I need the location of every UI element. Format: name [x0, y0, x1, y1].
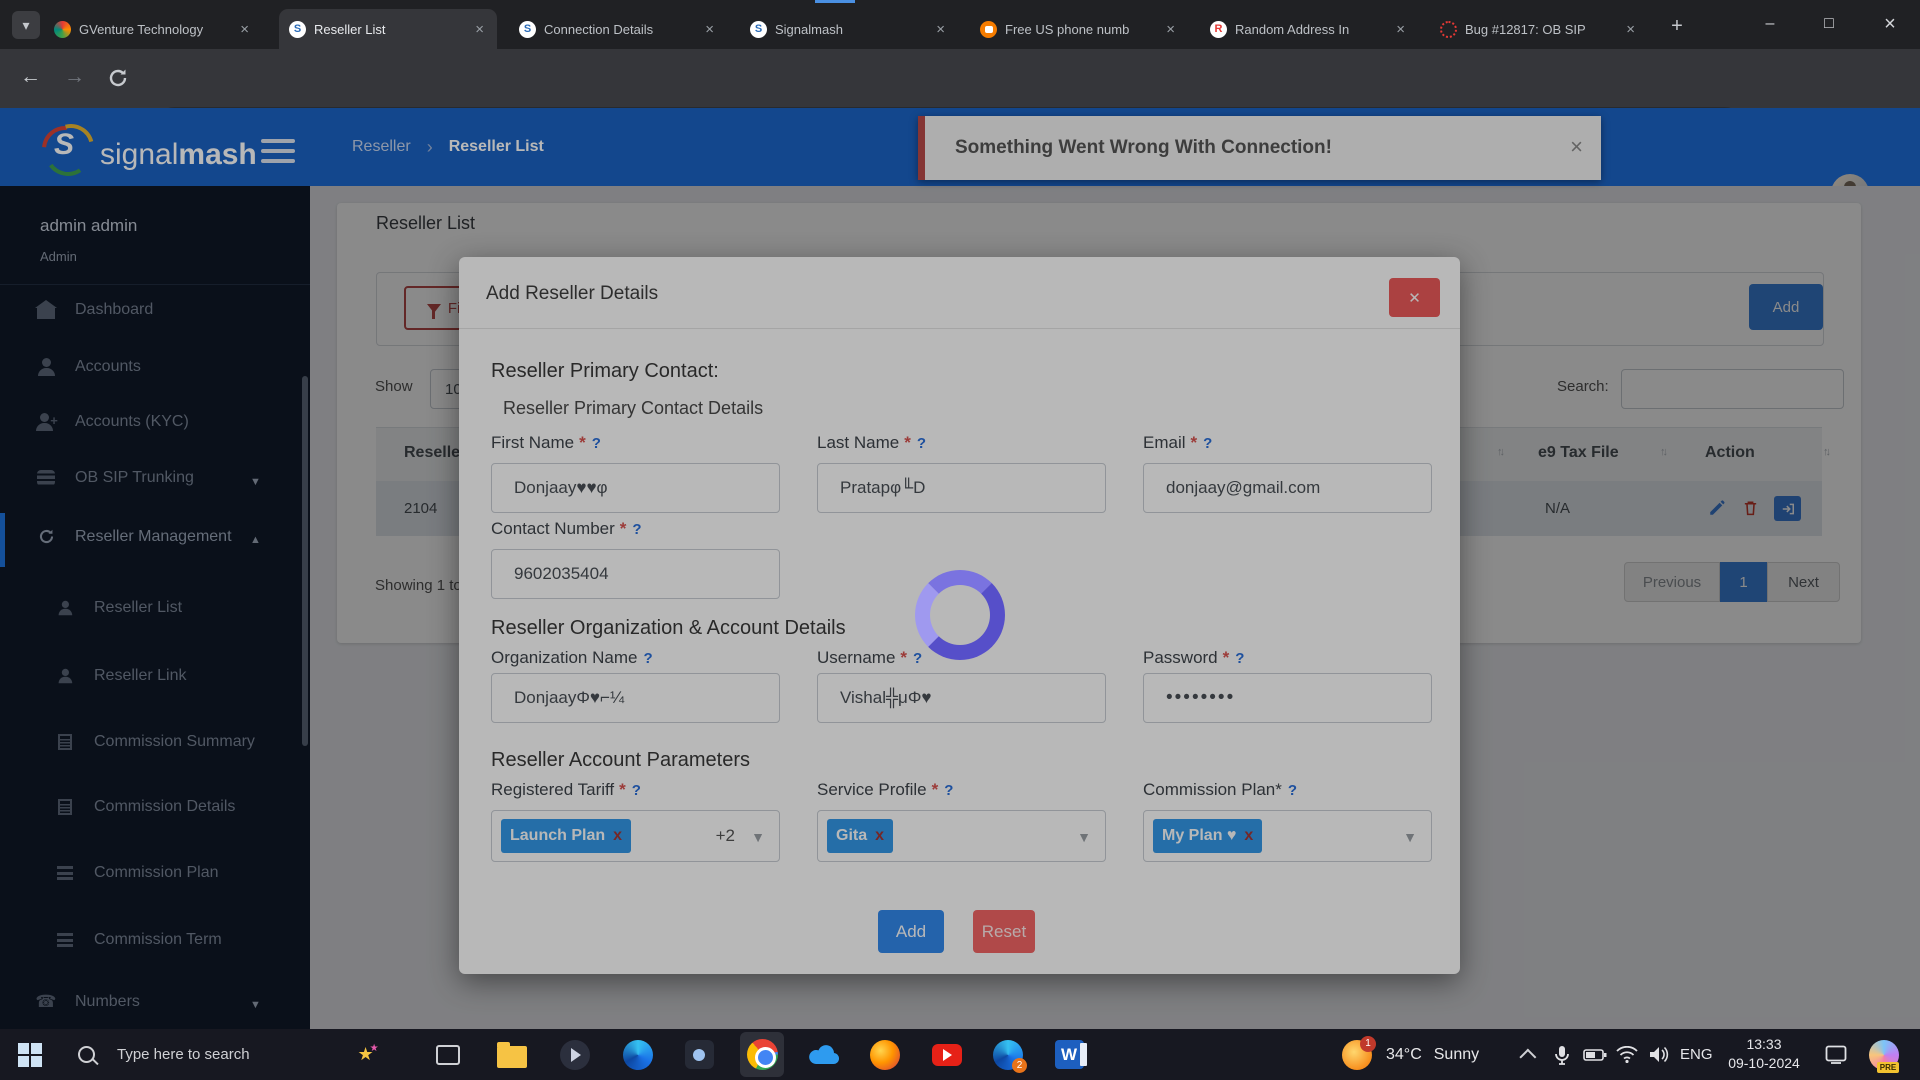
- edge-icon[interactable]: [616, 1032, 660, 1077]
- chevron-up-icon: [1519, 1048, 1536, 1065]
- app-icon[interactable]: [677, 1032, 721, 1077]
- loading-spinner: [915, 570, 1005, 660]
- redmine-favicon: [1440, 21, 1457, 38]
- signalmash-favicon: S: [519, 21, 536, 38]
- new-tab-button[interactable]: +: [1663, 12, 1691, 40]
- copilot-button[interactable]: PRE: [1862, 1032, 1906, 1077]
- weather-sun-icon: 1: [1342, 1040, 1372, 1070]
- task-view-icon: [436, 1045, 460, 1065]
- tab-free-us-phone[interactable]: Free US phone numb ×: [970, 9, 1188, 49]
- gventure-favicon: [54, 21, 71, 38]
- plus-icon: +: [1671, 15, 1683, 38]
- language-indicator[interactable]: ENG: [1680, 1032, 1713, 1077]
- maximize-icon: □: [1824, 15, 1834, 33]
- tab-gventure[interactable]: GVenture Technology ×: [44, 9, 262, 49]
- media-player-icon[interactable]: [553, 1032, 597, 1077]
- taskbar-search[interactable]: Type here to search: [78, 1032, 250, 1077]
- file-explorer-icon[interactable]: [490, 1032, 534, 1077]
- clock-date: 09-10-2024: [1718, 1054, 1810, 1073]
- window-close-button[interactable]: ×: [1868, 9, 1912, 39]
- chrome-icon-active[interactable]: [740, 1032, 784, 1077]
- onedrive-cloud-icon[interactable]: [801, 1032, 845, 1077]
- clock[interactable]: 13:33 09-10-2024: [1718, 1035, 1810, 1073]
- wifi-icon[interactable]: [1610, 1032, 1644, 1077]
- tab-close-icon[interactable]: ×: [702, 21, 717, 38]
- browser-toolbar: ← → signalmashdbtest.gventure.info/#/res…: [0, 49, 1920, 108]
- edge-with-badge-icon[interactable]: 2: [986, 1032, 1030, 1077]
- firefox-icon[interactable]: [863, 1032, 907, 1077]
- notification-badge: 2: [1012, 1058, 1027, 1073]
- tab-bug-12817[interactable]: Bug #12817: OB SIP ×: [1430, 9, 1648, 49]
- window-minimize-button[interactable]: –: [1748, 9, 1792, 39]
- tray-expand-button[interactable]: [1512, 1032, 1548, 1077]
- forward-button[interactable]: →: [64, 65, 85, 89]
- task-view-button[interactable]: [426, 1032, 470, 1077]
- search-icon: [78, 1046, 95, 1063]
- weather-temp: 34°C: [1386, 1046, 1422, 1064]
- signalmash-favicon: S: [289, 21, 306, 38]
- windows-logo-icon: [18, 1043, 42, 1067]
- tab-connection-details[interactable]: S Connection Details ×: [509, 9, 727, 49]
- weather-badge: 1: [1360, 1036, 1376, 1052]
- tab-random-address[interactable]: R Random Address In ×: [1200, 9, 1418, 49]
- word-icon[interactable]: W: [1047, 1032, 1091, 1077]
- youtube-icon[interactable]: [925, 1032, 969, 1077]
- notification-center-button[interactable]: [1816, 1032, 1856, 1077]
- tab-close-icon[interactable]: ×: [237, 21, 252, 38]
- tab-signalmash[interactable]: S Signalmash ×: [740, 9, 958, 49]
- copilot-pre-badge: PRE: [1877, 1062, 1899, 1073]
- taskbar-search-text: Type here to search: [117, 1046, 250, 1063]
- microphone-icon[interactable]: [1546, 1032, 1578, 1077]
- random-address-favicon: R: [1210, 21, 1227, 38]
- weather-desc: Sunny: [1434, 1046, 1479, 1064]
- battery-icon[interactable]: [1578, 1032, 1612, 1077]
- back-button[interactable]: ←: [20, 65, 41, 89]
- widgets-sparkle-icon[interactable]: ★ ★: [346, 1032, 390, 1077]
- close-icon: ×: [1884, 13, 1896, 36]
- tab-close-icon[interactable]: ×: [1163, 21, 1178, 38]
- tab-reseller-list[interactable]: S Reseller List ×: [279, 9, 497, 49]
- notification-icon: [1825, 1045, 1847, 1065]
- reload-button[interactable]: [106, 66, 130, 90]
- tab-close-icon[interactable]: ×: [933, 21, 948, 38]
- clock-time: 13:33: [1718, 1035, 1810, 1054]
- tab-loading-indicator: [815, 0, 855, 3]
- copilot-icon: PRE: [1869, 1040, 1899, 1070]
- tab-search-button[interactable]: ▾: [12, 11, 40, 39]
- loading-overlay: [0, 108, 1920, 1029]
- tab-close-icon[interactable]: ×: [472, 21, 487, 38]
- signalmash-favicon: S: [750, 21, 767, 38]
- weather-widget[interactable]: 1 34°C Sunny: [1342, 1032, 1479, 1077]
- phone-favicon: [980, 21, 997, 38]
- chevron-down-icon: ▾: [22, 17, 29, 34]
- browser-tab-strip: ▾ GVenture Technology × S Reseller List …: [0, 0, 1920, 49]
- window-maximize-button[interactable]: □: [1807, 9, 1851, 39]
- speaker-icon[interactable]: [1642, 1032, 1676, 1077]
- tab-close-icon[interactable]: ×: [1623, 21, 1638, 38]
- tab-close-icon[interactable]: ×: [1393, 21, 1408, 38]
- minimize-icon: –: [1766, 15, 1775, 33]
- start-button[interactable]: [8, 1032, 52, 1077]
